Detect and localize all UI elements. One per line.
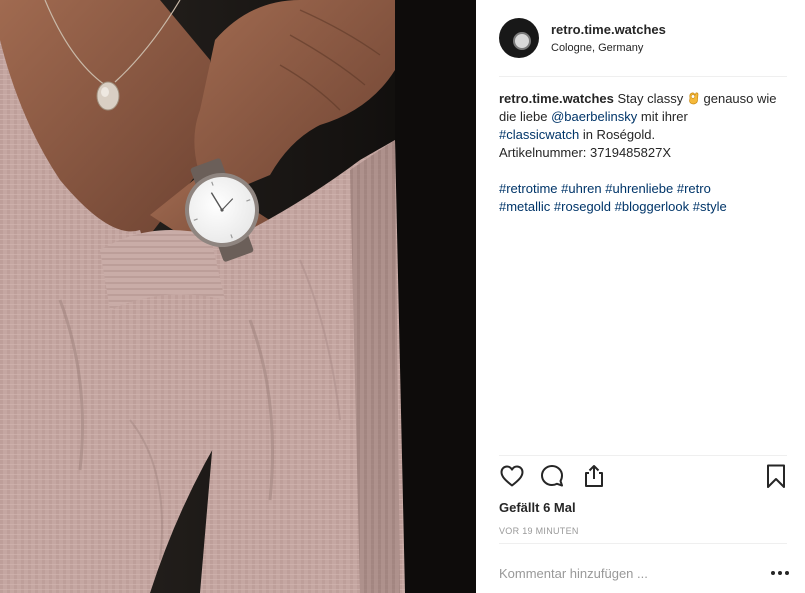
caption-username[interactable]: retro.time.watches: [499, 91, 614, 106]
comment-input[interactable]: [499, 558, 749, 588]
likes-count[interactable]: Gefällt 6 Mal: [499, 499, 576, 517]
caption-text: in Roségold.: [582, 127, 656, 142]
post-sidebar: retro.time.watches Cologne, Germany retr…: [476, 0, 805, 593]
username-link[interactable]: retro.time.watches: [551, 21, 666, 38]
article-number: Artikelnummer: 3719485827X: [499, 145, 671, 160]
hashtag-link[interactable]: #bloggerlook: [615, 199, 689, 214]
divider: [499, 76, 787, 77]
action-bar: [499, 463, 791, 493]
comment-button[interactable]: [539, 463, 567, 493]
header-text: retro.time.watches Cologne, Germany: [551, 21, 666, 56]
post-header: retro.time.watches Cologne, Germany: [499, 16, 787, 60]
mention-link[interactable]: @baerbelinsky: [551, 109, 637, 124]
caption-text: Stay classy: [617, 91, 684, 106]
more-options-button[interactable]: [769, 564, 791, 582]
post-timestamp: VOR 19 MINUTEN: [499, 526, 579, 536]
hashtag-link[interactable]: #uhrenliebe: [605, 181, 673, 196]
ok-hand-emoji-icon: [689, 92, 699, 105]
hashtag-link[interactable]: #retrotime: [499, 181, 558, 196]
caption-gap: [499, 162, 789, 180]
caption-line-3: #classicwatch in Roségold.: [499, 126, 789, 144]
comment-form: [499, 558, 791, 588]
hashtag-link[interactable]: #classicwatch: [499, 127, 579, 142]
caption-text: mit ihrer: [640, 109, 688, 124]
like-button[interactable]: [499, 463, 527, 493]
hashtag-link[interactable]: #retro: [677, 181, 711, 196]
hashtag-row: #metallic #rosegold #bloggerlook #style: [499, 198, 789, 216]
post-caption: retro.time.watches Stay classy genauso w…: [499, 90, 789, 216]
photo-illustration: [0, 0, 476, 593]
hashtag-link[interactable]: #rosegold: [554, 199, 611, 214]
more-options-icon: [771, 571, 789, 575]
hashtag-link[interactable]: #style: [693, 199, 727, 214]
caption-text: die liebe: [499, 109, 548, 124]
caption-line-2: die liebe @baerbelinsky mit ihrer: [499, 108, 789, 126]
share-button[interactable]: [581, 463, 609, 493]
share-icon: [585, 465, 603, 487]
bookmark-icon: [767, 464, 785, 488]
caption-text: genauso wie: [703, 91, 777, 106]
location-link[interactable]: Cologne, Germany: [551, 41, 666, 56]
divider: [499, 543, 787, 544]
hashtag-row: #retrotime #uhren #uhrenliebe #retro: [499, 180, 789, 198]
heart-icon: [500, 465, 524, 487]
hashtag-link[interactable]: #uhren: [561, 181, 601, 196]
avatar[interactable]: [499, 18, 539, 58]
instagram-post: retro.time.watches Cologne, Germany retr…: [0, 0, 805, 593]
caption-line-1: retro.time.watches Stay classy genauso w…: [499, 90, 789, 108]
hashtag-link[interactable]: #metallic: [499, 199, 550, 214]
watch-avatar-icon: [513, 32, 531, 50]
divider: [499, 455, 787, 456]
comment-icon: [541, 465, 563, 487]
save-button[interactable]: [763, 463, 791, 493]
post-photo[interactable]: [0, 0, 476, 593]
